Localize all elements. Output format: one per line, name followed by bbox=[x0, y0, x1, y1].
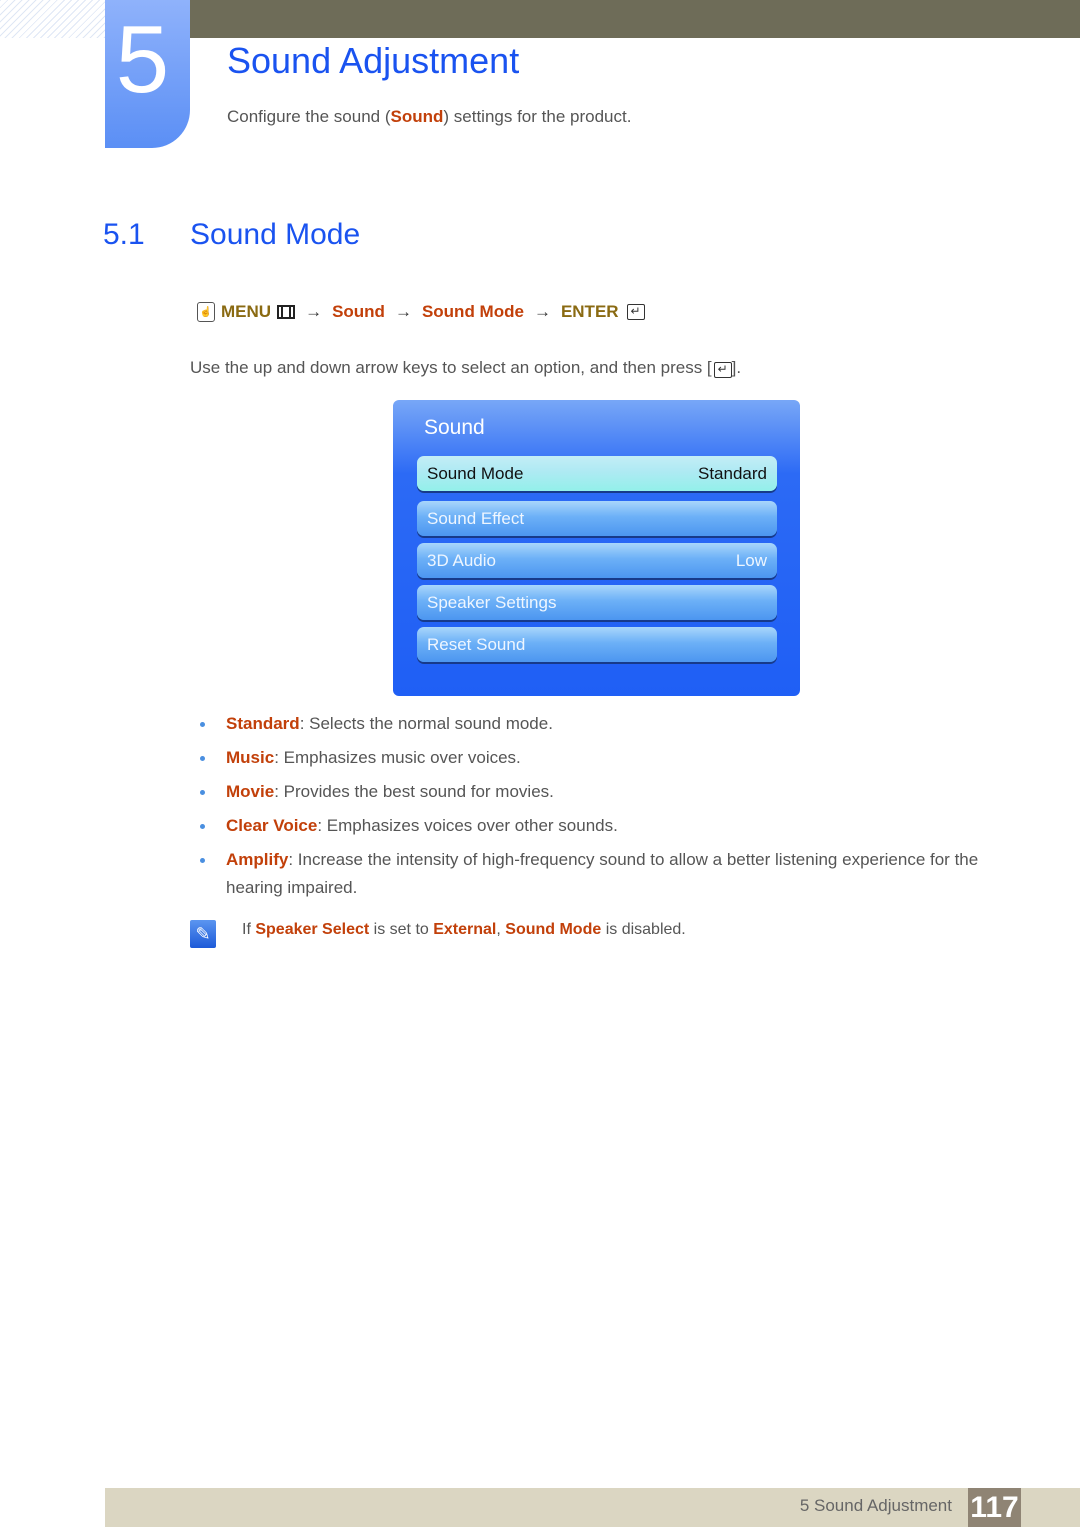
note-part: is disabled. bbox=[601, 921, 686, 938]
intro-text-end: ) settings for the product. bbox=[443, 107, 632, 126]
instruction-suffix: ]. bbox=[731, 358, 742, 377]
option-desc: : Provides the best sound for movies. bbox=[274, 782, 554, 801]
menu-item-label: 3D Audio bbox=[427, 550, 496, 570]
header-bar bbox=[190, 0, 1080, 38]
page-number: 117 bbox=[968, 1488, 1021, 1527]
path-step-sound: Sound bbox=[332, 302, 385, 321]
intro-text: Configure the sound ( bbox=[227, 107, 391, 126]
arrow-icon: → bbox=[533, 302, 551, 321]
list-item: Music: Emphasizes music over voices. bbox=[190, 744, 1020, 772]
option-list: Standard: Selects the normal sound mode.… bbox=[190, 710, 1020, 908]
bullet-icon bbox=[200, 722, 205, 727]
list-item: Amplify: Increase the intensity of high-… bbox=[190, 846, 1020, 902]
menu-item-value: Standard bbox=[698, 463, 767, 483]
menu-item-label: Sound Mode bbox=[427, 463, 524, 483]
menu-item-3d-audio[interactable]: 3D Audio Low bbox=[417, 543, 777, 578]
menu-item-sound-mode[interactable]: Sound Mode Standard bbox=[417, 456, 777, 491]
section-number: 5.1 bbox=[103, 218, 145, 251]
menu-icon bbox=[277, 305, 296, 319]
option-term: Clear Voice bbox=[226, 816, 318, 835]
enter-icon: ↵ bbox=[626, 304, 645, 320]
note-part: , bbox=[496, 921, 506, 938]
option-desc: : Emphasizes music over voices. bbox=[274, 748, 521, 767]
page-footer: 5 Sound Adjustment 117 bbox=[105, 1488, 1080, 1527]
option-desc: : Selects the normal sound mode. bbox=[299, 714, 553, 733]
menu-item-reset-sound[interactable]: Reset Sound bbox=[417, 627, 777, 662]
menu-item-value: Low bbox=[735, 550, 767, 570]
note-part: If bbox=[242, 921, 256, 938]
menu-path: ☝ MENU → Sound → Sound Mode → ENTER ↵ bbox=[197, 302, 645, 322]
menu-item-label: Sound Effect bbox=[427, 508, 525, 528]
path-step-sound-mode: Sound Mode bbox=[421, 302, 524, 321]
bullet-icon bbox=[200, 824, 205, 829]
menu-item-sound-effect[interactable]: Sound Effect bbox=[417, 501, 777, 536]
list-item: Standard: Selects the normal sound mode. bbox=[190, 710, 1020, 738]
tv-sound-menu: Sound Sound Mode Standard Sound Effect 3D… bbox=[393, 400, 800, 696]
enter-icon: ↵ bbox=[713, 362, 732, 378]
instruction-text: Use the up and down arrow keys to select… bbox=[190, 358, 712, 377]
menu-item-label: Reset Sound bbox=[427, 634, 526, 654]
note-pencil-icon: ✎ bbox=[190, 920, 216, 948]
note-part: is set to bbox=[369, 921, 434, 938]
remote-hand-icon: ☝ bbox=[197, 302, 215, 322]
note-highlight: External bbox=[433, 921, 497, 938]
note-text: If Speaker Select is set to External, So… bbox=[242, 921, 686, 939]
option-term: Amplify bbox=[226, 850, 289, 869]
intro-highlight: Sound bbox=[390, 107, 444, 126]
chapter-intro: Configure the sound (Sound) settings for… bbox=[227, 107, 631, 127]
list-item: Movie: Provides the best sound for movie… bbox=[190, 778, 1020, 806]
chapter-tab: 5 bbox=[105, 0, 190, 148]
option-term: Standard bbox=[226, 714, 300, 733]
footer-chapter-label: 5 Sound Adjustment bbox=[799, 1496, 952, 1515]
bullet-icon bbox=[200, 790, 205, 795]
chapter-title: Sound Adjustment bbox=[227, 40, 520, 81]
note: ✎ If Speaker Select is set to External, … bbox=[190, 920, 686, 948]
option-term: Music bbox=[226, 748, 275, 767]
list-item: Clear Voice: Emphasizes voices over othe… bbox=[190, 812, 1020, 840]
decorative-hatch bbox=[0, 0, 105, 38]
menu-item-speaker-settings[interactable]: Speaker Settings bbox=[417, 585, 777, 620]
tv-menu-title: Sound bbox=[424, 416, 485, 439]
enter-label: ENTER bbox=[560, 302, 619, 321]
option-term: Movie bbox=[226, 782, 275, 801]
note-highlight: Speaker Select bbox=[255, 921, 370, 938]
arrow-icon: → bbox=[394, 302, 412, 321]
bullet-icon bbox=[200, 756, 205, 761]
option-desc: : Increase the intensity of high-frequen… bbox=[226, 850, 979, 897]
bullet-icon bbox=[200, 858, 205, 863]
chapter-number: 5 bbox=[115, 6, 170, 113]
arrow-icon: → bbox=[305, 302, 323, 321]
section-title: Sound Mode bbox=[190, 218, 361, 251]
option-desc: : Emphasizes voices over other sounds. bbox=[317, 816, 618, 835]
instruction: Use the up and down arrow keys to select… bbox=[190, 358, 741, 378]
menu-item-label: Speaker Settings bbox=[427, 592, 557, 612]
menu-label: MENU bbox=[221, 302, 272, 321]
note-highlight: Sound Mode bbox=[505, 921, 602, 938]
